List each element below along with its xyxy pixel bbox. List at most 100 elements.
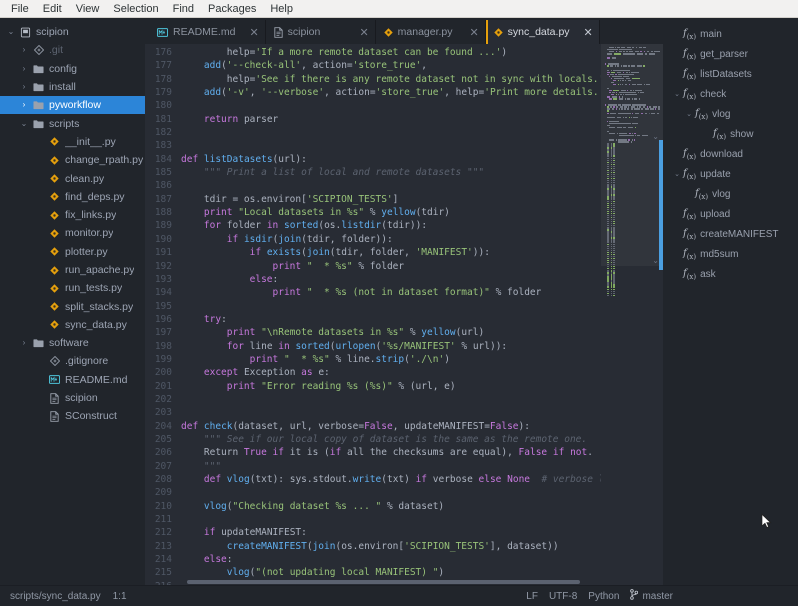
code-line[interactable]: print " * %s" % line.strip('./\n') xyxy=(181,353,601,366)
chevron-down-icon[interactable]: ⌄ xyxy=(671,90,683,98)
code-line[interactable] xyxy=(181,300,601,313)
outline-symbol-download[interactable]: f(x)download xyxy=(663,144,798,164)
code-line[interactable] xyxy=(181,486,601,499)
editor-pane[interactable]: 1761771781791801811821831841851861871881… xyxy=(145,44,663,585)
code-line[interactable] xyxy=(181,179,601,192)
tree-item-clean-py[interactable]: clean.py xyxy=(0,169,145,187)
tree-item-software[interactable]: ›software xyxy=(0,334,145,352)
code-line[interactable]: if exists(join(tdir, folder, 'MANIFEST')… xyxy=(181,246,601,259)
tree-item-monitor-py[interactable]: monitor.py xyxy=(0,224,145,242)
code-line[interactable]: for line in sorted(urlopen('%s/MANIFEST'… xyxy=(181,340,601,353)
vertical-scrollbar[interactable] xyxy=(659,44,663,585)
outline-symbol-get_parser[interactable]: f(x)get_parser xyxy=(663,44,798,64)
tree-item-git[interactable]: ›.git xyxy=(0,41,145,59)
tree-item-config[interactable]: ›config xyxy=(0,60,145,78)
code-line[interactable]: """ Print a list of local and remote dat… xyxy=(181,166,601,179)
tree-item-sconstruct[interactable]: SConstruct xyxy=(0,407,145,425)
code-line[interactable]: help='See if there is any remote dataset… xyxy=(181,73,601,86)
code-line[interactable]: except Exception as e: xyxy=(181,366,601,379)
tree-item-find-deps-py[interactable]: find_deps.py xyxy=(0,188,145,206)
outline-symbol-upload[interactable]: f(x)upload xyxy=(663,204,798,224)
code-line[interactable]: if updateMANIFEST: xyxy=(181,526,601,539)
chevron-down-icon[interactable]: ⌄ xyxy=(17,115,31,133)
tree-item-change-rpath-py[interactable]: change_rpath.py xyxy=(0,151,145,169)
menu-item-view[interactable]: View xyxy=(69,1,107,17)
code-line[interactable]: for folder in sorted(os.listdir(tdir)): xyxy=(181,219,601,232)
chevron-right-icon[interactable]: › xyxy=(17,334,31,352)
close-icon[interactable]: ✕ xyxy=(249,26,258,39)
code-line[interactable]: print " * %s" % folder xyxy=(181,260,601,273)
code-line[interactable]: print " * %s (not in dataset format)" % … xyxy=(181,286,601,299)
tab-bar[interactable]: README.md✕scipion✕manager.py✕sync_data.p… xyxy=(145,18,663,44)
chevron-right-icon[interactable]: › xyxy=(17,78,31,96)
code-line[interactable]: add('--check-all', action='store_true', xyxy=(181,59,601,72)
fold-indicator-1[interactable]: ⌄ xyxy=(652,132,659,141)
code-line[interactable]: try: xyxy=(181,313,601,326)
status-line-ending[interactable]: LF xyxy=(526,591,538,602)
tree-item-fix-links-py[interactable]: fix_links.py xyxy=(0,206,145,224)
chevron-down-icon[interactable]: ⌄ xyxy=(4,23,18,41)
outline-symbol-check[interactable]: ⌄f(x)check xyxy=(663,84,798,104)
code-line[interactable]: else: xyxy=(181,553,601,566)
status-encoding[interactable]: UTF-8 xyxy=(549,591,577,602)
code-line[interactable]: def check(dataset, url, verbose=False, u… xyxy=(181,420,601,433)
code-line[interactable]: tdir = os.environ['SCIPION_TESTS'] xyxy=(181,193,601,206)
vertical-scrollbar-thumb[interactable] xyxy=(659,140,663,270)
code-line[interactable] xyxy=(181,126,601,139)
tree-item-run-apache-py[interactable]: run_apache.py xyxy=(0,261,145,279)
fold-indicator-2[interactable]: ⌄ xyxy=(652,256,659,265)
code-line[interactable]: def vlog(txt): sys.stdout.write(txt) if … xyxy=(181,473,601,486)
code-line[interactable] xyxy=(181,99,601,112)
outline-symbol-ask[interactable]: f(x)ask xyxy=(663,264,798,284)
code-line[interactable] xyxy=(181,406,601,419)
horizontal-scrollbar[interactable] xyxy=(179,579,601,585)
code-line[interactable]: if isdir(join(tdir, folder)): xyxy=(181,233,601,246)
menu-item-find[interactable]: Find xyxy=(166,1,201,17)
tab-manager-py[interactable]: manager.py✕ xyxy=(376,20,486,44)
menu-item-help[interactable]: Help xyxy=(263,1,300,17)
outline-symbol-main[interactable]: f(x)main xyxy=(663,24,798,44)
tree-item-pyworkflow[interactable]: ›pyworkflow xyxy=(0,96,145,114)
close-icon[interactable]: ✕ xyxy=(359,26,368,39)
tree-item-run-tests-py[interactable]: run_tests.py xyxy=(0,279,145,297)
tree-item-scipion[interactable]: scipion xyxy=(0,389,145,407)
minimap[interactable]: ⌄ ⌄ xyxy=(601,44,663,585)
outline-symbol-vlog[interactable]: f(x)vlog xyxy=(663,184,798,204)
code-line[interactable] xyxy=(181,393,601,406)
tree-item-plotter-py[interactable]: plotter.py xyxy=(0,243,145,261)
menu-item-edit[interactable]: Edit xyxy=(36,1,69,17)
outline-symbol-vlog[interactable]: ⌄f(x)vlog xyxy=(663,104,798,124)
file-tree-sidebar[interactable]: ⌄ scipion ›.git›config›install›pyworkflo… xyxy=(0,18,145,585)
code-line[interactable]: help='If a more remote dataset can be fo… xyxy=(181,46,601,59)
code-line[interactable]: print "Error reading %s (%s)" % (url, e) xyxy=(181,380,601,393)
code-line[interactable]: """ xyxy=(181,460,601,473)
tree-item-sync-data-py[interactable]: sync_data.py xyxy=(0,316,145,334)
code-line[interactable]: vlog("Checking dataset %s ... " % datase… xyxy=(181,500,601,513)
code-line[interactable]: def listDatasets(url): xyxy=(181,153,601,166)
horizontal-scrollbar-thumb[interactable] xyxy=(187,580,579,584)
tree-item-install[interactable]: ›install xyxy=(0,78,145,96)
chevron-right-icon[interactable]: › xyxy=(17,60,31,78)
outline-symbol-update[interactable]: ⌄f(x)update xyxy=(663,164,798,184)
status-grammar[interactable]: Python xyxy=(588,591,619,602)
code-line[interactable]: vlog("(not updating local MANIFEST) ") xyxy=(181,566,601,579)
chevron-right-icon[interactable]: › xyxy=(17,41,31,59)
chevron-right-icon[interactable]: › xyxy=(17,96,31,114)
tab-sync-data-py[interactable]: sync_data.py✕ xyxy=(486,20,600,44)
tree-root-scipion[interactable]: ⌄ scipion xyxy=(0,23,145,41)
code-content[interactable]: help='If a more remote dataset can be fo… xyxy=(179,44,601,585)
tab-readme-md[interactable]: README.md✕ xyxy=(149,20,266,44)
code-line[interactable]: Return True if it is (if all the checksu… xyxy=(181,446,601,459)
status-file-path[interactable]: scripts/sync_data.py xyxy=(10,591,101,602)
code-line[interactable] xyxy=(181,139,601,152)
chevron-down-icon[interactable]: ⌄ xyxy=(683,110,695,118)
code-line[interactable]: """ See if our local copy of dataset is … xyxy=(181,433,601,446)
chevron-down-icon[interactable]: ⌄ xyxy=(671,170,683,178)
outline-symbol-listdatasets[interactable]: f(x)listDatasets xyxy=(663,64,798,84)
outline-symbol-md5sum[interactable]: f(x)md5sum xyxy=(663,244,798,264)
status-git-branch[interactable]: master xyxy=(630,589,673,603)
code-line[interactable]: else: xyxy=(181,273,601,286)
tree-item-scripts[interactable]: ⌄scripts xyxy=(0,114,145,132)
code-line[interactable]: print "\nRemote datasets in %s" % yellow… xyxy=(181,326,601,339)
status-cursor-position[interactable]: 1:1 xyxy=(113,591,127,602)
